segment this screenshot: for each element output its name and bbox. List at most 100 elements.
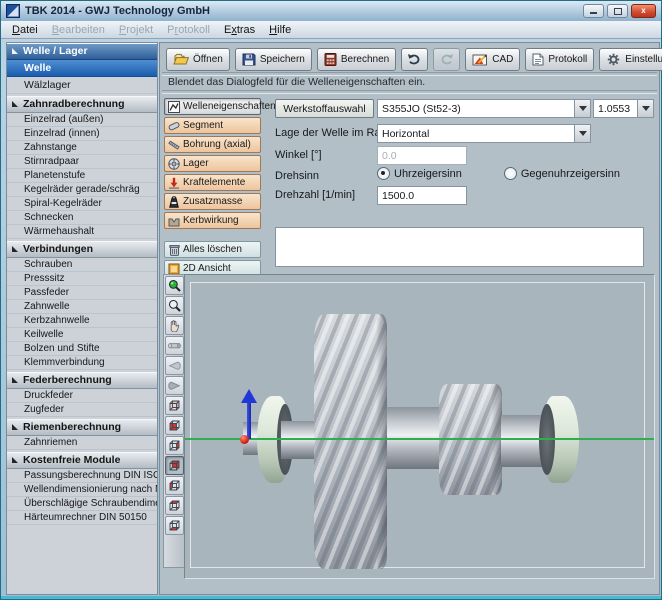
rotation-radio-1[interactable] — [504, 167, 517, 180]
close-button[interactable]: x — [631, 4, 656, 18]
einstellungen-button[interactable]: Einstellungen — [599, 48, 662, 71]
rotation-label: Drehsinn — [275, 170, 319, 182]
sidebar-section-federberechnung[interactable]: Federberechnung — [7, 372, 157, 389]
sidebar-item-passfeder[interactable]: Passfeder — [7, 286, 157, 300]
sidebar-item-stirnradpaar[interactable]: Stirnradpaar — [7, 155, 157, 169]
-ffnen-button[interactable]: Öffnen — [166, 48, 230, 71]
material-number-dropdown[interactable]: 1.0553 — [593, 99, 654, 118]
sidebar-item-wellendimensionierung-nach-nie-[interactable]: Wellendimensionierung nach Nie... — [7, 483, 157, 497]
3d-canvas[interactable] — [184, 274, 655, 579]
view-left-icon — [168, 479, 181, 492]
speichern-button[interactable]: Speichern — [235, 48, 312, 71]
rotation-radio-0[interactable] — [377, 167, 390, 180]
menu-item-protokoll[interactable]: Protokoll — [160, 23, 217, 37]
3d-viewport — [163, 272, 655, 578]
menu-item-bearbeiten[interactable]: Bearbeiten — [45, 23, 112, 37]
toolbar-button-label: Berechnen — [341, 54, 389, 65]
sidebar-item-überschlägige-schraubendimens-[interactable]: Überschlägige Schraubendimens... — [7, 497, 157, 511]
sidebar-item-einzelrad-außen-[interactable]: Einzelrad (außen) — [7, 113, 157, 127]
berechnen-button[interactable]: Berechnen — [317, 48, 396, 71]
sidebar-item-zahnwelle[interactable]: Zahnwelle — [7, 300, 157, 314]
kraftelemente-button[interactable]: Kraftelemente — [164, 174, 261, 191]
sidebar-item-kegelräder-gerade-schräg[interactable]: Kegelräder gerade/schräg — [7, 183, 157, 197]
undo-button[interactable] — [401, 48, 428, 71]
bearing-icon — [168, 158, 180, 170]
view-iso-button[interactable] — [165, 396, 184, 415]
sidebar-item-schnecken[interactable]: Schnecken — [7, 211, 157, 225]
sidebar-item-zahnstange[interactable]: Zahnstange — [7, 141, 157, 155]
view-cylinder-button[interactable] — [165, 336, 184, 355]
material-select-button[interactable]: Werkstoffauswahl — [275, 99, 374, 118]
app-window: TBK 2014 - GWJ Technology GmbH x DateiBe… — [1, 1, 661, 599]
menu-item-datei[interactable]: Datei — [5, 23, 45, 37]
view-back-button[interactable] — [165, 456, 184, 475]
menu-item-hilfe[interactable]: Hilfe — [262, 23, 298, 37]
sidebar-item-einzelrad-innen-[interactable]: Einzelrad (innen) — [7, 127, 157, 141]
material-dropdown[interactable]: S355JO (St52-3) — [377, 99, 591, 118]
zoom-fit-icon — [168, 279, 181, 292]
position-dropdown[interactable]: Horizontal — [377, 124, 591, 143]
sidebar-item-wärmehaushalt[interactable]: Wärmehaushalt — [7, 225, 157, 239]
view-top-button[interactable] — [165, 496, 184, 515]
view-top-icon — [168, 499, 181, 512]
sidebar-item-bolzen-und-stifte[interactable]: Bolzen und Stifte — [7, 342, 157, 356]
sidebar-item-zahnriemen[interactable]: Zahnriemen — [7, 436, 157, 450]
sidebar-section-kostenfreie-module[interactable]: Kostenfreie Module — [7, 452, 157, 469]
maximize-button[interactable] — [607, 4, 628, 18]
panel-button-label: Welleneigenschaften — [183, 101, 276, 112]
chevron-down-icon[interactable] — [574, 125, 590, 142]
sidebar-item-zugfeder[interactable]: Zugfeder — [7, 403, 157, 417]
toolbar-button-label: CAD — [492, 54, 513, 65]
view-bottom-button[interactable] — [165, 516, 184, 535]
sidebar-item-keilwelle[interactable]: Keilwelle — [7, 328, 157, 342]
chevron-down-icon[interactable] — [574, 100, 590, 117]
sidebar-item-welle[interactable]: Welle — [7, 60, 157, 77]
zusatzmasse-button[interactable]: Zusatzmasse — [164, 193, 261, 210]
menu-item-extras[interactable]: Extras — [217, 23, 262, 37]
angle-input[interactable]: 0.0 — [377, 146, 467, 165]
title-bar[interactable]: TBK 2014 - GWJ Technology GmbH x — [1, 1, 661, 21]
divider — [162, 90, 657, 94]
notes-field[interactable] — [275, 227, 644, 267]
sidebar-section-verbindungen[interactable]: Verbindungen — [7, 241, 157, 258]
bohrung-axial--button[interactable]: Bohrung (axial) — [164, 136, 261, 153]
view-cone-right-button[interactable] — [165, 376, 184, 395]
alles-löschen-button[interactable]: Alles löschen — [164, 241, 261, 258]
rotation-radio-group: UhrzeigersinnGegenuhrzeigersinn — [377, 167, 630, 180]
toolbar-button-label: Einstellungen — [625, 54, 662, 65]
sidebar-item-spiral-kegelräder[interactable]: Spiral-Kegelräder — [7, 197, 157, 211]
zoom-fit-button[interactable] — [165, 276, 184, 295]
sidebar-item-wälzlager[interactable]: Wälzlager — [7, 77, 157, 94]
sidebar-item-planetenstufe[interactable]: Planetenstufe — [7, 169, 157, 183]
minimize-button[interactable] — [583, 4, 604, 18]
sidebar-item-kerbzahnwelle[interactable]: Kerbzahnwelle — [7, 314, 157, 328]
view-right-button[interactable] — [165, 436, 184, 455]
chart-icon — [168, 101, 180, 113]
speed-input[interactable]: 1500.0 — [377, 186, 467, 205]
sidebar-section-welle-lager[interactable]: Welle / Lager — [7, 43, 157, 60]
sidebar-item-klemmverbindung[interactable]: Klemmverbindung — [7, 356, 157, 370]
protokoll-button[interactable]: Protokoll — [525, 48, 594, 71]
segment-button[interactable]: Segment — [164, 117, 261, 134]
sidebar-item-härteumrechner-din-50150[interactable]: Härteumrechner DIN 50150 — [7, 511, 157, 525]
chevron-down-icon[interactable] — [637, 100, 653, 117]
view-cylinder-icon — [168, 339, 181, 352]
sidebar-section-riemenberechnung[interactable]: Riemenberechnung — [7, 419, 157, 436]
view-left-button[interactable] — [165, 476, 184, 495]
sidebar-item-passungsberechnung-din-iso-286[interactable]: Passungsberechnung DIN ISO 286 — [7, 469, 157, 483]
lager-button[interactable]: Lager — [164, 155, 261, 172]
kerbwirkung-button[interactable]: Kerbwirkung — [164, 212, 261, 229]
sidebar-item-schrauben[interactable]: Schrauben — [7, 258, 157, 272]
menu-item-projekt[interactable]: Projekt — [112, 23, 160, 37]
welleneigenschaften-button[interactable]: Welleneigenschaften — [164, 98, 261, 115]
view-front-button[interactable] — [165, 416, 184, 435]
sidebar-item-druckfeder[interactable]: Druckfeder — [7, 389, 157, 403]
view-cone-left-button[interactable] — [165, 356, 184, 375]
redo-button[interactable] — [433, 48, 460, 71]
pan-hand-button[interactable] — [165, 316, 184, 335]
cad-button[interactable]: CAD — [465, 48, 520, 71]
sidebar-item-presssitz[interactable]: Presssitz — [7, 272, 157, 286]
open-folder-icon — [173, 53, 189, 66]
sidebar-section-zahnradberechnung[interactable]: Zahnradberechnung — [7, 96, 157, 113]
zoom-button[interactable] — [165, 296, 184, 315]
